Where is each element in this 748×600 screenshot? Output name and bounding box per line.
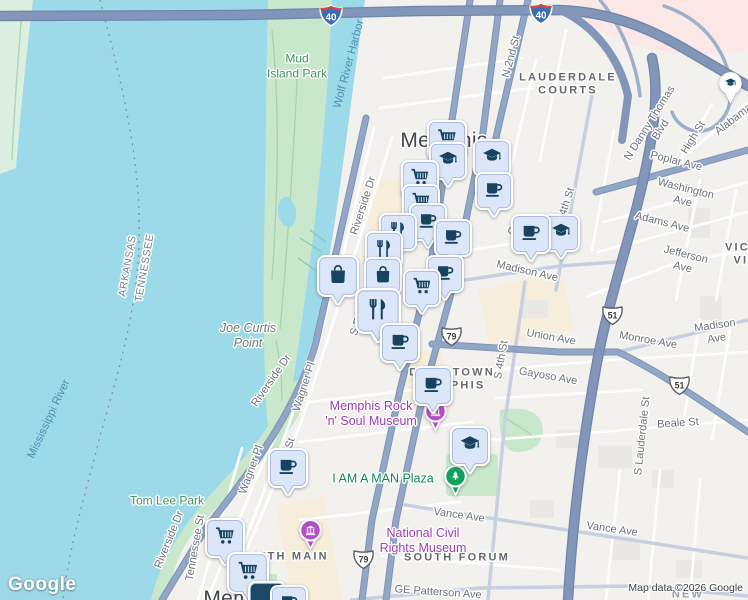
interstate-40-shield-icon: 40 (318, 4, 344, 28)
us-route-51-shield-icon: 51 (600, 304, 625, 327)
map-marker-coffee[interactable] (475, 172, 513, 218)
us-route-51-shield-icon: 51 (667, 374, 692, 397)
svg-text:51: 51 (608, 311, 618, 321)
map-marker-coffee[interactable] (380, 323, 420, 371)
map-attribution: Map data ©2026 Google (628, 582, 743, 594)
map-marker-bag[interactable] (317, 255, 359, 306)
us-route-79-shield-icon: 79 (351, 548, 376, 571)
map-marker-coffee[interactable] (413, 366, 453, 414)
map-marker-coffee[interactable] (270, 585, 308, 600)
svg-text:40: 40 (536, 10, 547, 21)
svg-text:79: 79 (359, 555, 369, 565)
map-marker-graduation[interactable] (450, 426, 490, 474)
svg-text:40: 40 (326, 12, 337, 23)
us-route-79-shield-icon: 79 (439, 325, 464, 348)
map-marker-cart[interactable] (403, 269, 441, 315)
poi-graduation-icon[interactable] (717, 71, 744, 104)
map-canvas[interactable]: MemphisMemphisLAUDERDALE COURTSVICTORIAN… (0, 0, 748, 600)
map-marker-coffee[interactable] (511, 214, 551, 262)
svg-text:51: 51 (675, 381, 685, 391)
google-logo[interactable]: Google (8, 574, 76, 596)
map-marker-coffee[interactable] (268, 448, 308, 496)
svg-text:79: 79 (447, 332, 457, 342)
poi-museum-icon[interactable] (297, 518, 324, 551)
interstate-40-shield-icon: 40 (528, 2, 554, 26)
